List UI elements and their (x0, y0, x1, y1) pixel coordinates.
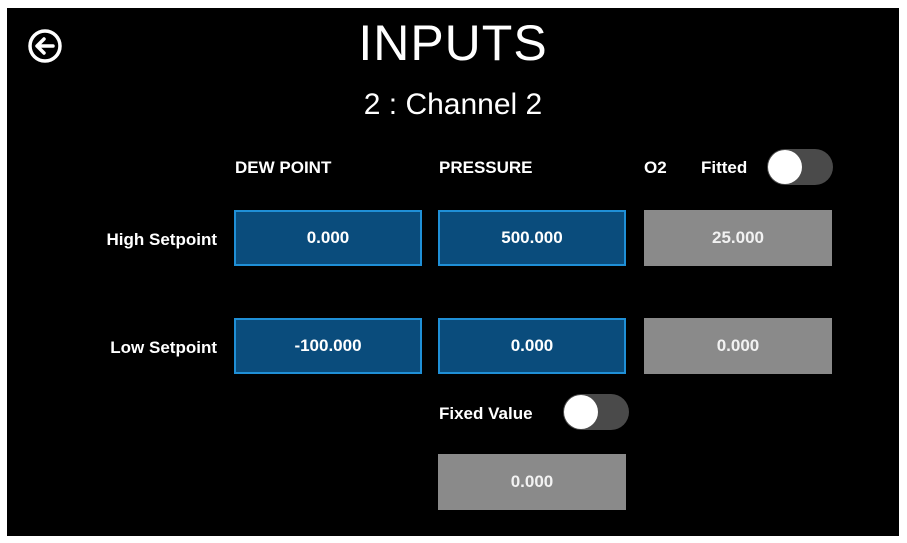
o2-fitted-label: Fitted (701, 158, 748, 177)
dew-point-header: DEW POINT (235, 158, 332, 177)
o2-header: O2 (644, 158, 667, 177)
page-title: INPUTS (358, 15, 548, 71)
toggle-knob (768, 150, 802, 184)
fixed-value-field: 0.000 (438, 454, 626, 510)
o2-fitted-toggle[interactable] (767, 149, 833, 185)
low-setpoint-label: Low Setpoint (110, 338, 217, 357)
pressure-header: PRESSURE (439, 158, 533, 177)
o2-low-setpoint-field: 0.000 (644, 318, 832, 374)
channel-subtitle: 2 : Channel 2 (363, 88, 543, 121)
pressure-low-setpoint-field[interactable]: 0.000 (438, 318, 626, 374)
inputs-screen: INPUTS 2 : Channel 2 DEW POINT PRESSURE … (7, 8, 899, 536)
fixed-value-toggle[interactable] (563, 394, 629, 430)
pressure-high-setpoint-field[interactable]: 500.000 (438, 210, 626, 266)
high-setpoint-label: High Setpoint (106, 230, 217, 249)
o2-high-setpoint-field: 25.000 (644, 210, 832, 266)
fixed-value-label: Fixed Value (439, 404, 533, 423)
dew-point-low-setpoint-field[interactable]: -100.000 (234, 318, 422, 374)
toggle-knob (564, 395, 598, 429)
dew-point-high-setpoint-field[interactable]: 0.000 (234, 210, 422, 266)
